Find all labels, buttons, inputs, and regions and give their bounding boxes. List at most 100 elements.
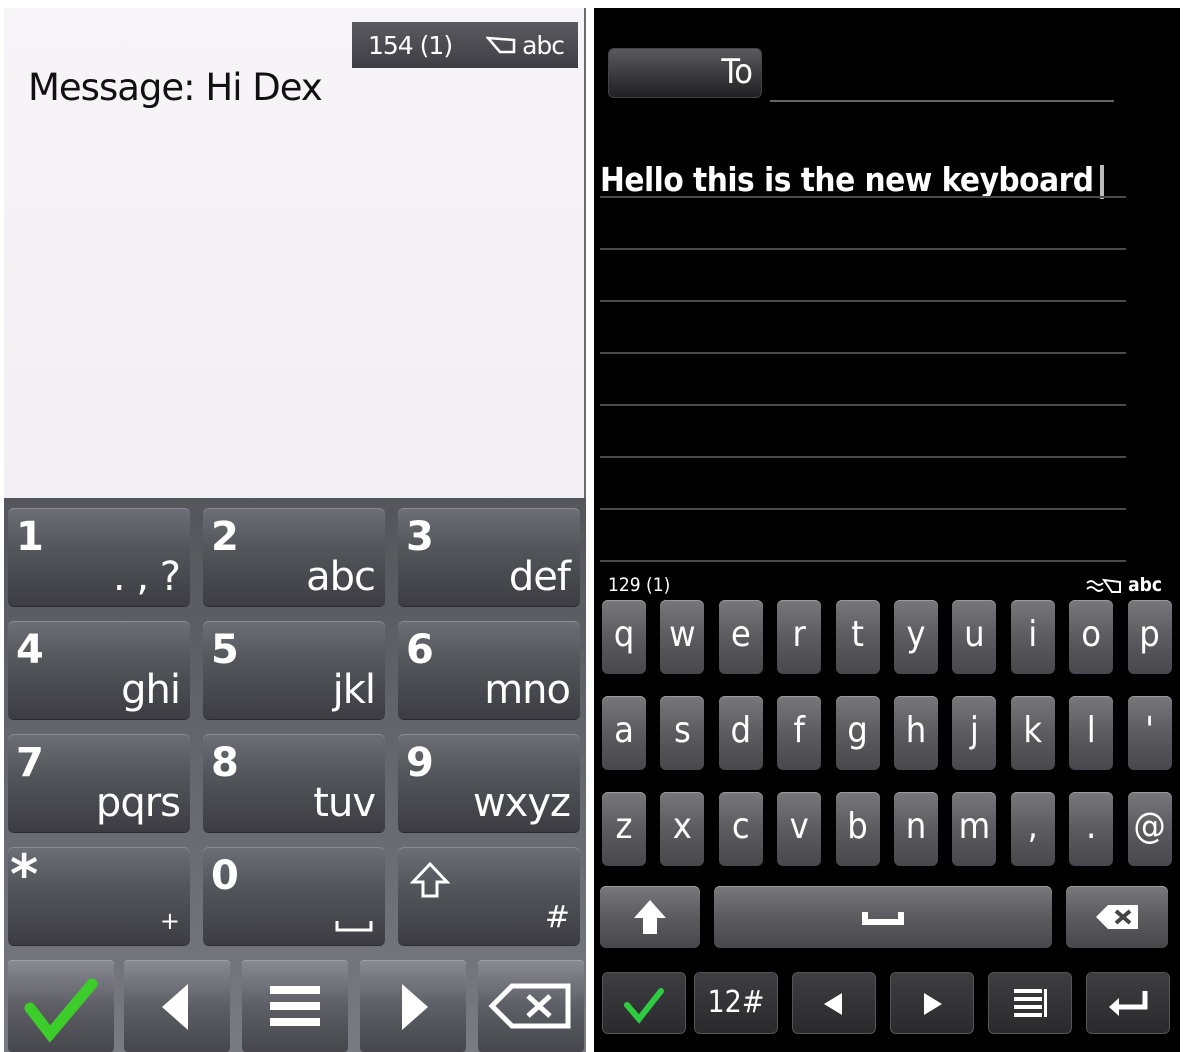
key-letters: pqrs (95, 780, 181, 826)
key-c[interactable]: c (718, 792, 763, 866)
status-indicator: 154 (1) abc (352, 22, 578, 68)
accept-button[interactable] (602, 972, 686, 1034)
key-digit: 6 (406, 627, 434, 673)
accept-button[interactable] (8, 960, 114, 1052)
key-letters: mno (484, 667, 571, 713)
shift-icon (410, 861, 450, 898)
char-counter: 154 (1) (368, 30, 453, 60)
key-2[interactable]: 2 abc (203, 508, 385, 606)
ruled-line (600, 196, 1126, 198)
key-8[interactable]: 8 tuv (203, 734, 385, 832)
backspace-button[interactable] (478, 960, 584, 1052)
message-composer: To Hello this is the new keyboard 129 (1… (594, 8, 1180, 1052)
cursor-right-button[interactable] (360, 960, 466, 1052)
key-a[interactable]: a (602, 696, 646, 770)
key-1[interactable]: 1 . , ? (8, 508, 190, 606)
key-3[interactable]: 3 def (398, 508, 580, 606)
to-button[interactable]: To (608, 48, 762, 98)
input-mode-indicator: abc (486, 30, 565, 60)
char-counter: 129 (1) (608, 574, 671, 596)
cursor-left-button[interactable] (124, 960, 230, 1052)
key-z[interactable]: z (602, 792, 646, 866)
key-digit: 3 (406, 514, 434, 560)
enter-button[interactable] (1086, 972, 1170, 1034)
enter-icon (1109, 991, 1148, 1016)
key-comma[interactable]: , (1010, 792, 1055, 866)
key-digit: 2 (211, 514, 239, 560)
key-digit: 0 (211, 853, 239, 899)
key-7[interactable]: 7 pqrs (8, 734, 190, 832)
key-letters: ghi (121, 667, 181, 713)
right-arrow-icon (402, 984, 428, 1030)
key-s[interactable]: s (660, 696, 705, 770)
left-arrow-icon (162, 984, 188, 1030)
key-m[interactable]: m (952, 792, 997, 866)
key-letters: . , ? (112, 554, 181, 600)
menu-button[interactable] (242, 960, 348, 1052)
key-u[interactable]: u (952, 600, 997, 674)
key-letters: tuv (313, 780, 376, 826)
input-mode-label: abc (1128, 574, 1162, 596)
key-t[interactable]: t (835, 600, 880, 674)
key-0[interactable]: 0 (203, 847, 385, 945)
key-v[interactable]: v (777, 792, 822, 866)
ruled-line (600, 508, 1126, 510)
right-phone-screen: To Hello this is the new keyboard 129 (1… (590, 0, 1184, 1052)
key-period[interactable]: . (1069, 792, 1114, 866)
recipient-field[interactable] (770, 100, 1114, 102)
key-star-symbol: * (10, 843, 39, 906)
cursor-right-button[interactable] (890, 972, 974, 1034)
right-arrow-icon (924, 993, 942, 1015)
key-b[interactable]: b (835, 792, 880, 866)
shift-key[interactable] (600, 886, 700, 948)
message-editor[interactable]: 154 (1) abc Message: Hi Dex (4, 8, 584, 498)
key-y[interactable]: y (894, 600, 938, 674)
key-letters: wxyz (472, 780, 571, 826)
key-f[interactable]: f (777, 696, 822, 770)
space-icon (335, 921, 373, 932)
key-4[interactable]: 4 ghi (8, 621, 190, 719)
input-mode-label: abc (522, 30, 565, 60)
message-body[interactable]: Hello this is the new keyboard (600, 160, 1104, 199)
left-arrow-icon (824, 993, 842, 1015)
key-digit: 9 (406, 740, 434, 786)
options-button[interactable] (988, 972, 1072, 1034)
key-plus-symbol: + (159, 907, 180, 935)
key-star[interactable]: * + (8, 843, 190, 945)
backspace-key[interactable] (1066, 886, 1168, 948)
cursor-left-button[interactable] (792, 972, 876, 1034)
key-k[interactable]: k (1010, 696, 1055, 770)
key-p[interactable]: p (1127, 600, 1172, 674)
predictive-text-icon (1086, 578, 1122, 593)
space-icon (862, 912, 904, 925)
key-shift-hash[interactable]: # (398, 847, 580, 945)
key-q[interactable]: q (602, 600, 646, 674)
numeric-mode-button[interactable]: 12# (694, 972, 778, 1034)
key-digit: 8 (211, 740, 239, 786)
ruled-line (600, 352, 1126, 354)
key-e[interactable]: e (718, 600, 763, 674)
key-r[interactable]: r (777, 600, 822, 674)
key-n[interactable]: n (894, 792, 938, 866)
key-j[interactable]: j (952, 696, 997, 770)
key-h[interactable]: h (894, 696, 938, 770)
key-l[interactable]: l (1069, 696, 1114, 770)
key-x[interactable]: x (660, 792, 705, 866)
space-key[interactable] (714, 886, 1052, 948)
key-9[interactable]: 9 wxyz (398, 734, 580, 832)
key-at[interactable]: @ (1127, 792, 1172, 866)
key-6[interactable]: 6 mno (398, 621, 580, 719)
key-5[interactable]: 5 jkl (203, 621, 385, 719)
text-cursor (1099, 164, 1104, 199)
ruled-line (600, 300, 1126, 302)
key-i[interactable]: i (1010, 600, 1055, 674)
left-phone-screen: 154 (1) abc Message: Hi Dex 1 . , ? 2 ab… (0, 0, 590, 1052)
ruled-line (600, 404, 1126, 406)
key-g[interactable]: g (835, 696, 880, 770)
key-w[interactable]: w (660, 600, 705, 674)
key-d[interactable]: d (718, 696, 763, 770)
key-o[interactable]: o (1069, 600, 1114, 674)
key-hash-symbol: # (544, 900, 570, 935)
key-apostrophe[interactable]: ' (1127, 696, 1172, 770)
key-letters: jkl (332, 667, 376, 713)
